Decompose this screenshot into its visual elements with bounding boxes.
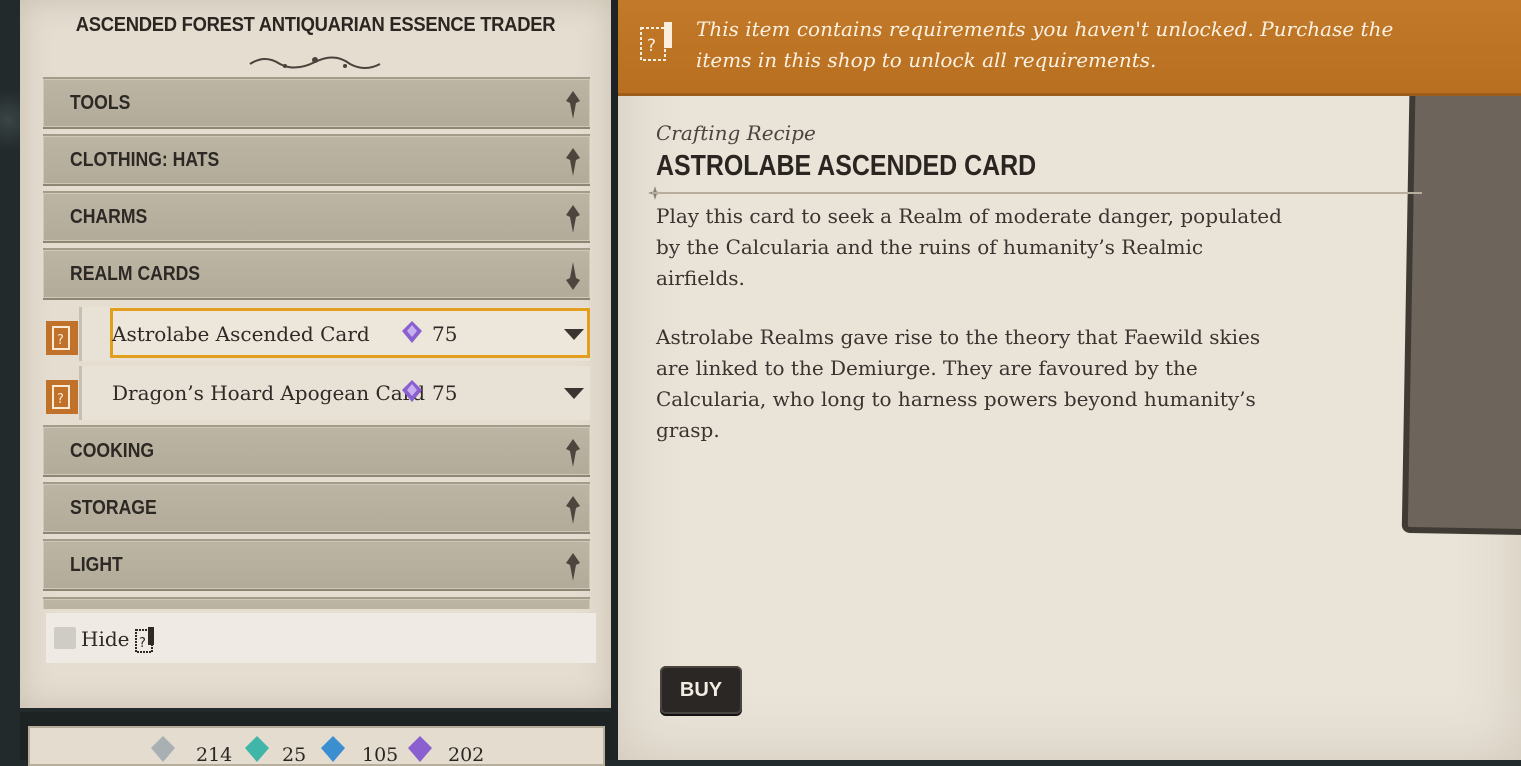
currency-amount: 25: [282, 744, 307, 766]
item-lore: Astrolabe Realms gave rise to the theory…: [656, 325, 1261, 442]
chevron-down-icon: [566, 553, 580, 581]
purple-essence-icon: [402, 321, 422, 343]
currency-amount: 105: [362, 744, 399, 766]
locked-requirement-icon: ?: [46, 380, 78, 414]
item-title: ASTROLABE ASCENDED CARD: [656, 150, 1037, 182]
item-description: Play this card to seek a Realm of modera…: [656, 204, 1282, 290]
svg-text:?: ?: [647, 36, 656, 56]
currency-amount: 214: [196, 744, 233, 766]
category-charms[interactable]: CHARMS: [43, 191, 590, 243]
chevron-down-icon: [566, 148, 580, 176]
card-illustration: [1401, 42, 1521, 536]
hide-locked-toggle[interactable]: Hide ?: [46, 613, 596, 663]
purple-essence-icon: [402, 380, 422, 402]
category-label: STORAGE: [70, 497, 157, 519]
item-price: 75: [432, 381, 458, 405]
category-label: LIGHT: [70, 554, 123, 576]
chevron-down-icon: [566, 439, 580, 467]
currency-bar: 214 25 105 202: [20, 712, 611, 766]
ornament-icon: [249, 56, 381, 69]
svg-text:?: ?: [57, 333, 64, 348]
item-detail-panel: ? This item contains requirements you ha…: [618, 0, 1521, 760]
hide-checkbox[interactable]: [54, 627, 76, 649]
shop-panel: ASCENDED FOREST ANTIQUARIAN ESSENCE TRAD…: [20, 0, 617, 708]
category-tools[interactable]: TOOLS: [43, 77, 590, 129]
requirements-banner: ? This item contains requirements you ha…: [618, 0, 1521, 96]
item-type: Crafting Recipe: [656, 121, 816, 145]
svg-text:?: ?: [139, 636, 146, 651]
panel-divider: [611, 0, 618, 760]
currency-amount: 202: [448, 744, 485, 766]
category-cooking[interactable]: COOKING: [43, 425, 590, 477]
shop-title: ASCENDED FOREST ANTIQUARIAN ESSENCE TRAD…: [75, 14, 556, 36]
locked-requirement-icon: ?: [135, 627, 154, 653]
item-name: Dragon’s Hoard Apogean Card: [112, 381, 426, 405]
chevron-down-icon: [566, 205, 580, 233]
category-clothing-hats[interactable]: CLOTHING: HATS: [43, 134, 590, 186]
category-label: REALM CARDS: [70, 263, 201, 285]
locked-requirement-icon: ?: [46, 321, 78, 355]
category-realm-cards[interactable]: REALM CARDS: [43, 248, 590, 300]
title-divider: [652, 192, 1422, 194]
chevron-down-icon: [566, 496, 580, 524]
category-label: COOKING: [70, 440, 155, 462]
item-name: Astrolabe Ascended Card: [112, 322, 370, 346]
hide-label: Hide: [81, 627, 130, 651]
category-label: CHARMS: [70, 206, 148, 228]
category-next-partial[interactable]: [43, 597, 590, 609]
list-item-astrolabe[interactable]: ? Astrolabe Ascended Card 75: [46, 307, 590, 361]
requirements-message: This item contains requirements you have…: [696, 17, 1394, 72]
item-price: 75: [432, 322, 458, 346]
svg-text:?: ?: [57, 392, 64, 407]
chevron-up-icon: [566, 262, 580, 290]
category-light[interactable]: LIGHT: [43, 539, 590, 591]
list-item-dragons-hoard[interactable]: ? Dragon’s Hoard Apogean Card 75: [46, 366, 590, 420]
category-label: CLOTHING: HATS: [70, 149, 220, 171]
category-list: TOOLS CLOTHING: HATS CHARMS REALM CARDS …: [43, 77, 590, 609]
chevron-down-icon[interactable]: [562, 327, 586, 341]
locked-requirement-icon: ?: [640, 22, 672, 61]
category-label: TOOLS: [70, 92, 131, 114]
chevron-down-icon: [566, 91, 580, 119]
chevron-down-icon[interactable]: [562, 386, 586, 400]
category-storage[interactable]: STORAGE: [43, 482, 590, 534]
buy-button[interactable]: BUY: [660, 666, 742, 714]
currency-strip: 214 25 105 202: [28, 726, 605, 766]
